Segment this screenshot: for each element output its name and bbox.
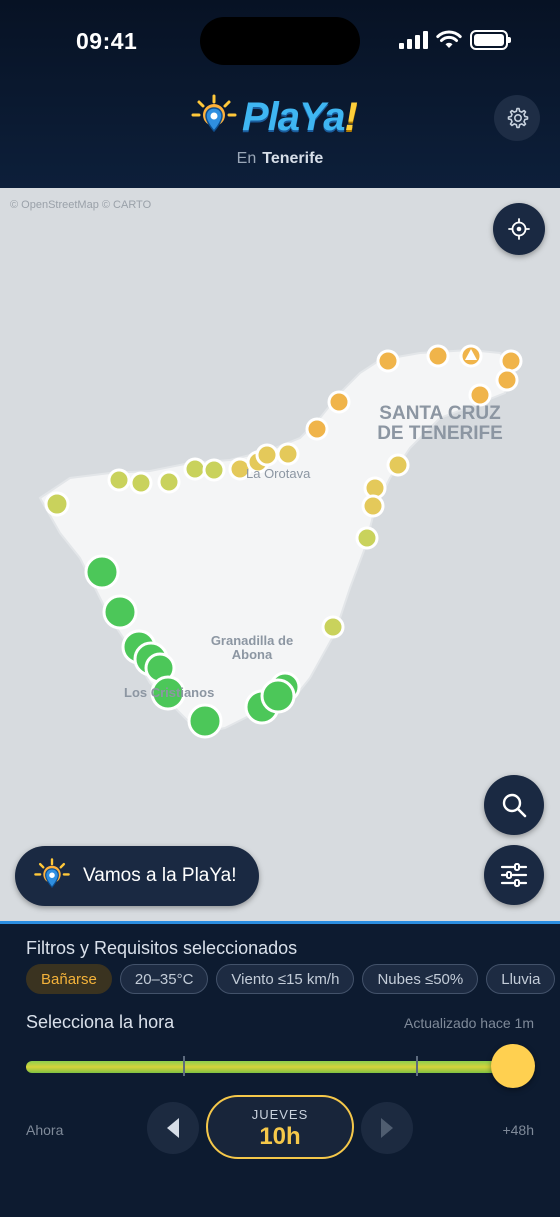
filters-title: Filtros y Requisitos seleccionados — [26, 938, 298, 958]
beach-marker[interactable] — [495, 368, 519, 392]
sun-pin-logo-icon — [191, 94, 237, 133]
beach-marker[interactable] — [202, 458, 226, 482]
go-to-beach-label: Vamos a la PlaYa! — [83, 865, 237, 886]
beach-marker[interactable] — [107, 468, 131, 492]
map-attribution[interactable]: © OpenStreetMap © CARTO — [10, 199, 151, 211]
search-icon — [502, 793, 527, 818]
chip-temperature[interactable]: 20–35°C — [119, 964, 209, 994]
status-time: 09:41 — [76, 28, 138, 54]
slider-end-label: +48h — [502, 1122, 534, 1138]
map-label-cristianos: Los Cristianos — [124, 685, 215, 700]
chip-clouds[interactable]: Nubes ≤50% — [362, 964, 479, 994]
slider-tick — [183, 1056, 185, 1076]
beach-marker[interactable] — [355, 526, 379, 550]
chip-banarse[interactable]: Bañarse — [26, 964, 112, 994]
beach-map[interactable]: © OpenStreetMap © CARTO SANTA CRUZ DE TE… — [0, 188, 560, 921]
previous-hour-button[interactable] — [147, 1102, 199, 1154]
search-button[interactable] — [484, 775, 544, 835]
map-label-orotava: La Orotava — [246, 466, 311, 481]
status-icons — [399, 30, 511, 50]
app-header: 09:41 PlaYa! En Tenerife — [0, 0, 560, 188]
beach-marker[interactable] — [255, 443, 279, 467]
beach-marker[interactable] — [376, 349, 400, 373]
next-hour-button[interactable] — [361, 1102, 413, 1154]
beach-marker[interactable] — [102, 594, 138, 630]
triangle-left-icon — [167, 1118, 179, 1138]
settings-button[interactable] — [494, 95, 540, 141]
gear-icon — [507, 107, 529, 129]
logo-exclamation: ! — [344, 94, 357, 139]
beach-marker[interactable] — [183, 457, 207, 481]
time-slider-thumb[interactable] — [491, 1044, 535, 1088]
selected-time-pill[interactable]: JUEVES 10h — [206, 1095, 354, 1159]
app-logo: PlaYa! — [190, 93, 358, 141]
crosshair-icon — [508, 218, 530, 240]
beach-marker[interactable] — [44, 491, 70, 517]
hour-title: Selecciona la hora — [26, 1012, 175, 1032]
cellular-signal-icon — [399, 31, 428, 49]
beach-marker[interactable] — [129, 471, 153, 495]
beach-marker[interactable] — [468, 383, 492, 407]
wifi-icon — [436, 30, 462, 48]
map-canvas[interactable] — [0, 188, 560, 921]
dynamic-island — [200, 17, 360, 65]
filters-panel: Filtros y Requisitos seleccionados Bañar… — [0, 921, 560, 1217]
time-slider-track[interactable] — [26, 1061, 516, 1073]
beach-marker[interactable] — [157, 470, 181, 494]
beach-marker[interactable] — [305, 417, 329, 441]
beach-marker[interactable] — [187, 703, 223, 739]
logo-wordmark-text: PlaYa — [242, 94, 345, 139]
location-prefix: En — [236, 150, 257, 167]
sliders-icon — [500, 863, 528, 887]
location-name: Tenerife — [262, 150, 324, 167]
updated-label: Actualizado hace 1m — [404, 1015, 534, 1031]
slider-tick — [416, 1056, 418, 1076]
locate-me-button[interactable] — [493, 203, 545, 255]
chip-wind[interactable]: Viento ≤15 km/h — [216, 964, 355, 994]
beach-marker[interactable] — [260, 678, 296, 714]
selected-hour: 10h — [259, 1123, 301, 1150]
battery-icon — [470, 30, 511, 50]
location-line: En Tenerife — [0, 150, 560, 168]
map-label-capital: SANTA CRUZ DE TENERIFE — [377, 403, 503, 444]
slider-start-label: Ahora — [26, 1122, 64, 1138]
beach-marker[interactable] — [361, 494, 385, 518]
beach-marker[interactable] — [386, 453, 410, 477]
beach-marker[interactable] — [321, 615, 345, 639]
map-label-granadilla: Granadilla de Abona — [210, 633, 294, 662]
chip-rain[interactable]: Lluvia — [486, 964, 556, 994]
filters-button[interactable] — [484, 845, 544, 905]
beach-marker[interactable] — [84, 554, 120, 590]
filter-chips[interactable]: Bañarse 20–35°C Viento ≤15 km/h Nubes ≤5… — [26, 964, 560, 996]
beach-marker[interactable] — [499, 349, 523, 373]
go-to-beach-button[interactable]: Vamos a la PlaYa! — [15, 846, 259, 906]
beach-marker[interactable] — [276, 442, 300, 466]
logo-wordmark: PlaYa! — [242, 94, 358, 140]
triangle-right-icon — [381, 1118, 393, 1138]
sun-pin-icon — [34, 858, 70, 888]
selected-day: JUEVES — [251, 1107, 309, 1122]
beach-marker[interactable] — [426, 344, 450, 368]
beach-marker[interactable] — [327, 390, 351, 414]
